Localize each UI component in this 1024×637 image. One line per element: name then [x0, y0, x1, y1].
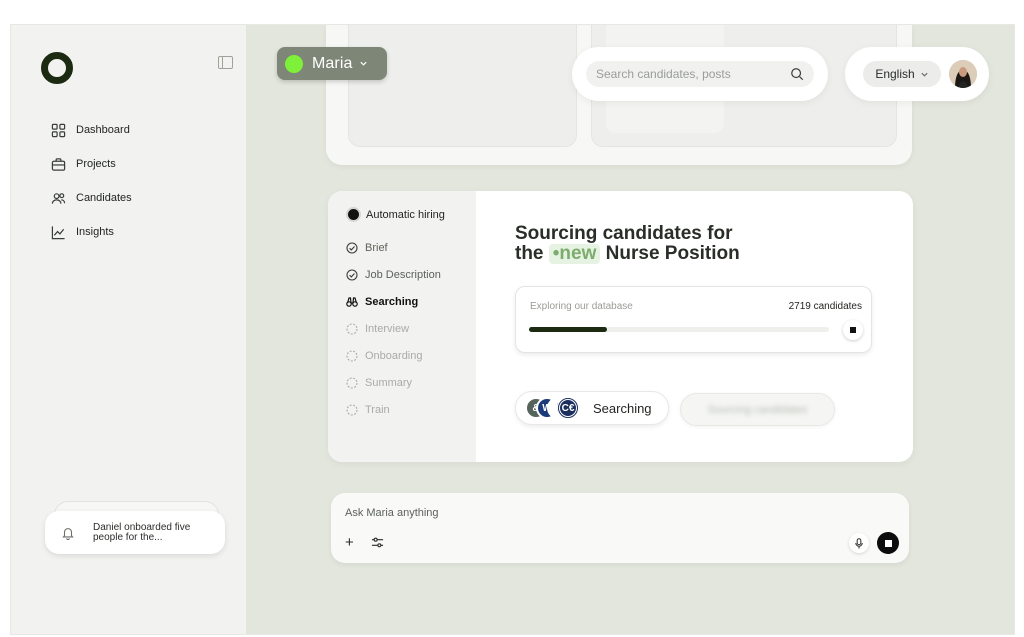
sidebar-item-label: Insights	[76, 226, 114, 238]
stop-generation-button[interactable]	[877, 532, 899, 554]
agent-selector[interactable]: Maria	[277, 47, 387, 80]
sidebar-item-projects[interactable]: Projects	[51, 147, 132, 181]
hiring-title-line1: Sourcing candidates for	[515, 223, 733, 244]
source-icons: & W i C€	[525, 397, 589, 419]
progress-fill	[529, 327, 607, 332]
step-label: Job Description	[365, 269, 441, 281]
stop-icon	[850, 327, 856, 333]
logo	[41, 52, 73, 84]
user-controls: English	[845, 47, 989, 101]
sidebar-item-label: Candidates	[76, 192, 132, 204]
agent-status-dot	[285, 54, 303, 73]
explore-label: Exploring our database	[530, 301, 633, 312]
add-icon[interactable]: +	[345, 535, 354, 550]
search-container	[572, 47, 828, 101]
check-circle-icon	[346, 242, 358, 254]
hiring-title-rest: Nurse Position	[605, 243, 740, 264]
sidebar: Dashboard Projects Candidates Insights D…	[11, 25, 246, 634]
search-status-label: Searching	[593, 400, 652, 416]
step-interview[interactable]: Interview	[346, 323, 409, 335]
language-label: English	[875, 67, 915, 81]
grid-icon	[51, 123, 66, 137]
sidebar-item-dashboard[interactable]: Dashboard	[51, 113, 132, 147]
dashed-circle-icon	[346, 350, 358, 362]
step-label: Brief	[365, 242, 388, 254]
step-brief[interactable]: Brief	[346, 242, 388, 254]
hiring-title-the: the	[515, 243, 544, 264]
sidebar-item-label: Projects	[76, 158, 116, 170]
step-label: Train	[365, 404, 390, 416]
search-icon[interactable]	[790, 67, 804, 81]
ask-bar: +	[331, 493, 909, 563]
new-badge: •new	[548, 244, 601, 264]
ask-input[interactable]	[345, 505, 765, 521]
source-ce-icon: C€	[557, 397, 579, 419]
sources-status-pill[interactable]: & W i C€ Searching	[515, 391, 669, 425]
progress-bar	[529, 327, 829, 332]
microphone-icon	[855, 537, 863, 549]
step-searching[interactable]: Searching	[346, 296, 418, 308]
sidebar-collapse-icon[interactable]	[218, 56, 233, 69]
step-label: Summary	[365, 377, 413, 389]
users-icon	[51, 192, 66, 204]
hiring-mode: Automatic hiring	[346, 207, 445, 222]
database-progress-card: Exploring our database 2719 candidates	[515, 286, 872, 353]
sidebar-item-candidates[interactable]: Candidates	[51, 181, 132, 215]
avatar[interactable]	[949, 60, 977, 88]
pending-action-label: Sourcing candidates	[707, 403, 808, 416]
search-box	[586, 61, 814, 87]
chevron-down-icon	[359, 61, 367, 66]
hiring-steps: Automatic hiring Brief Job Description S…	[328, 191, 476, 462]
sidebar-item-insights[interactable]: Insights	[51, 215, 132, 249]
binoculars-icon	[346, 297, 358, 307]
bell-icon	[62, 527, 74, 540]
sliders-icon[interactable]	[371, 536, 384, 549]
step-label: Searching	[365, 296, 419, 308]
step-label: Onboarding	[365, 350, 423, 362]
briefcase-icon	[51, 157, 66, 171]
hiring-mode-label: Automatic hiring	[366, 208, 445, 221]
dashed-circle-icon	[346, 323, 358, 335]
stop-search-button[interactable]	[843, 320, 863, 340]
sidebar-item-label: Dashboard	[76, 124, 130, 136]
mode-dot-icon	[346, 207, 361, 222]
sidebar-nav: Dashboard Projects Candidates Insights	[51, 113, 132, 249]
dashed-circle-icon	[346, 404, 358, 416]
language-selector[interactable]: English	[863, 61, 941, 87]
notification-toast[interactable]: Daniel onboarded five people for the...	[45, 511, 225, 554]
user-avatar-icon	[949, 60, 977, 88]
mic-button[interactable]	[849, 533, 869, 553]
pending-action-pill: Sourcing candidates	[680, 393, 835, 426]
dashed-circle-icon	[346, 377, 358, 389]
stop-icon	[884, 539, 892, 547]
check-circle-icon	[346, 269, 358, 281]
main-area: Maria English	[246, 25, 1014, 634]
candidates-count: 2719 candidates	[788, 301, 862, 312]
step-job-description[interactable]: Job Description	[346, 269, 441, 281]
step-train[interactable]: Train	[346, 404, 390, 416]
hiring-title: Sourcing candidates for the •new Nurse P…	[515, 224, 740, 264]
card-placeholder	[348, 25, 577, 147]
step-label: Interview	[365, 323, 410, 335]
app-window: Dashboard Projects Candidates Insights D…	[10, 24, 1015, 635]
agent-name: Maria	[312, 54, 353, 72]
step-onboarding[interactable]: Onboarding	[346, 350, 423, 362]
search-input[interactable]	[596, 67, 790, 81]
notification-text: Daniel onboarded five people for the...	[93, 521, 191, 543]
hiring-card: Automatic hiring Brief Job Description S…	[328, 191, 913, 462]
step-summary[interactable]: Summary	[346, 377, 412, 389]
chart-line-icon	[51, 225, 65, 239]
chevron-down-icon	[921, 72, 928, 77]
